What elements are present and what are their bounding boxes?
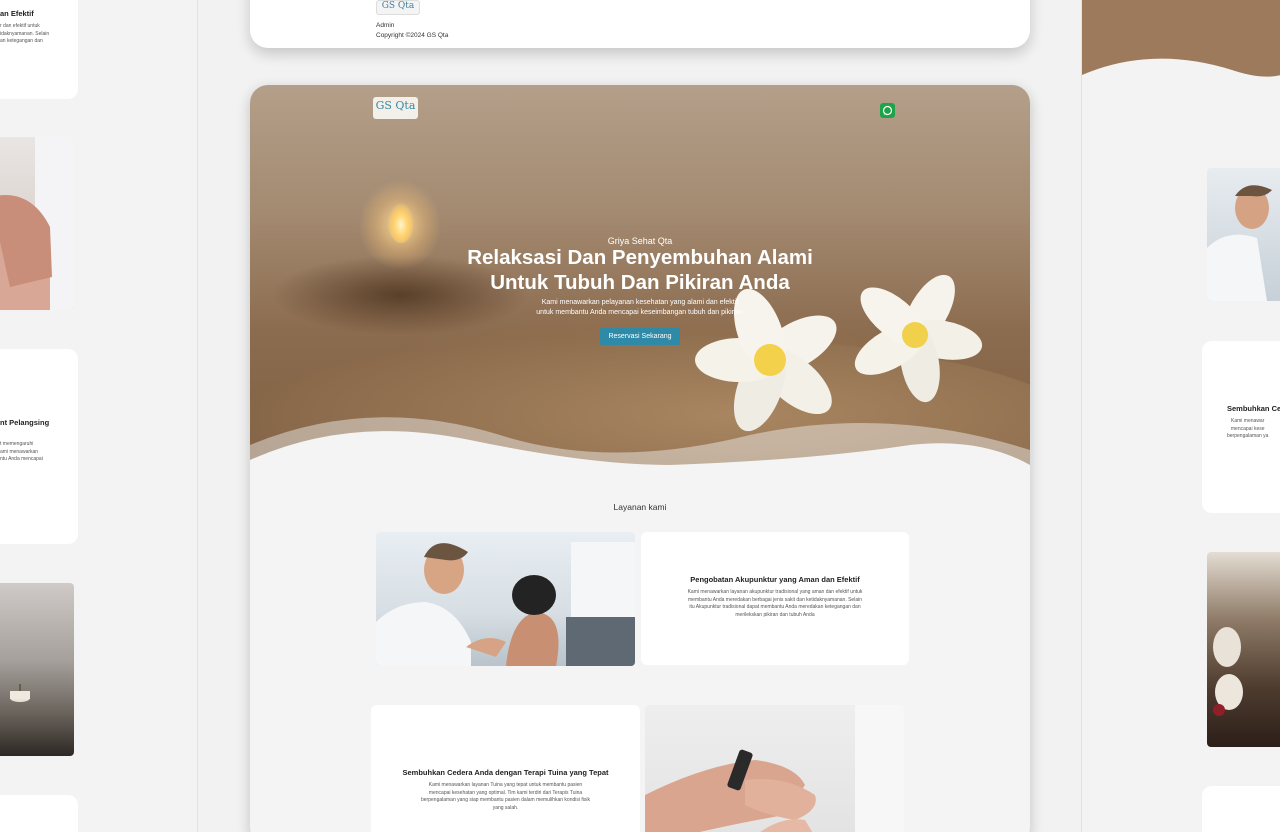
preview-card-image-acupuncture — [1207, 168, 1280, 301]
acupuncture-service-card: Pengobatan Akupunktur yang Aman dan Efek… — [641, 532, 909, 665]
preview-card-slimming-text: nt Pelangsing t memengaruhi ami menawark… — [0, 349, 78, 544]
services-heading: Layanan kami — [613, 502, 667, 512]
service-title: Sembuhkan Cedera Anda dengan Terapi Tuin… — [402, 768, 609, 777]
hero-title-line1: Relaksasi Dan Penyembuhan Alami — [467, 246, 813, 269]
tuina-photo — [645, 705, 904, 832]
reservation-button[interactable]: Reservasi Sekarang — [600, 328, 680, 345]
preview-card-title: an Efektif — [0, 9, 34, 18]
preview-card-text: t memengaruhi ami menawarkan ntu Anda me… — [0, 441, 43, 462]
copyright-text: Copyright ©2024 GS Qta — [376, 32, 449, 39]
left-preview-column: an Efektif r dan efektif untuk idaknyama… — [0, 0, 198, 832]
hero-wave-divider — [250, 417, 1030, 495]
site-logo[interactable]: GS Qta — [373, 97, 418, 119]
hero-title: Relaksasi Dan Penyembuhan Alami Untuk Tu… — [250, 245, 1030, 295]
hero-desc-line1: Kami menawarkan pelayanan kesehatan yang… — [541, 299, 739, 306]
preview-card-image-spa — [1207, 552, 1280, 747]
preview-card-tuina-text: Sembuhkan Ce Kami menawar mencapai kese … — [1202, 341, 1280, 513]
landing-page-preview: GS Qta Griya Sehat Qta Relaksasi Dan Pen… — [250, 85, 1030, 832]
service-description: Kami menawarkan layanan akupunktur tradi… — [687, 589, 863, 618]
acupuncture-image — [376, 532, 635, 666]
preview-card-image-candle — [0, 583, 74, 756]
candle-preview-image — [10, 684, 30, 702]
hero-preview-image — [1082, 0, 1280, 110]
preview-card-image-acupuncture — [0, 137, 74, 310]
spa-preview-image — [1213, 627, 1243, 716]
service-title: Pengobatan Akupunktur yang Aman dan Efek… — [690, 575, 860, 584]
preview-card-title: nt Pelangsing — [0, 418, 50, 427]
preview-card-text: Kami menawar mencapai kese berpengalaman… — [1227, 418, 1269, 439]
preview-card-acupuncture-text: an Efektif r dan efektif untuk idaknyama… — [0, 0, 78, 99]
hero-desc-line2: untuk membantu Anda mencapai keseimbanga… — [536, 309, 744, 316]
hero-title-line2: Untuk Tubuh Dan Pikiran Anda — [490, 271, 790, 294]
preview-card-text: r dan efektif untuk idaknyamanan. Selain… — [0, 23, 50, 44]
hero-section: GS Qta Griya Sehat Qta Relaksasi Dan Pen… — [250, 85, 1030, 495]
admin-link[interactable]: Admin — [376, 22, 394, 29]
footer-preview-card: GS Qta Admin Copyright ©2024 GS Qta — [250, 0, 1030, 48]
service-description: Kami menawarkan layanan Tuina yang tepat… — [421, 782, 590, 811]
acupuncture-preview-image — [0, 137, 74, 310]
acupuncture-preview-image-right — [1207, 185, 1272, 301]
preview-card-bottom — [0, 795, 78, 832]
footer-logo[interactable]: GS Qta — [376, 0, 420, 15]
tuina-service-card: Sembuhkan Cedera Anda dengan Terapi Tuin… — [371, 705, 640, 832]
right-preview-column: Sembuhkan Ce Kami menawar mencapai kese … — [1081, 0, 1280, 832]
tuina-image — [645, 705, 904, 832]
preview-card-bottom — [1202, 786, 1280, 832]
preview-card-title: Sembuhkan Ce — [1227, 404, 1280, 413]
hero-description: Kami menawarkan pelayanan kesehatan yang… — [250, 298, 1030, 318]
whatsapp-icon[interactable] — [880, 103, 895, 118]
acupuncture-photo — [376, 542, 635, 666]
